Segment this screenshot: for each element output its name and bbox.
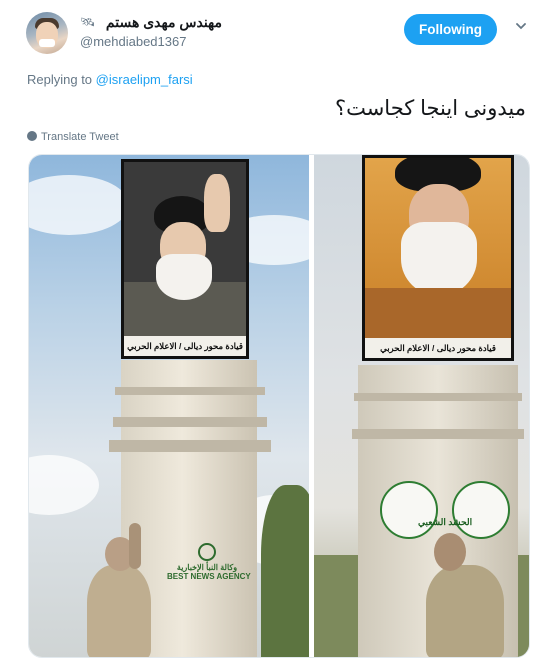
user-names[interactable]: 🛰 مهندس مهدی هستم @mehdiabed1367 bbox=[80, 14, 280, 49]
replying-to: Replying to @israelipm_farsi bbox=[27, 72, 193, 87]
photo-left[interactable]: قيادة محور ديالى / الاعلام الحربي وكالة … bbox=[29, 155, 309, 657]
satellite-emoji: 🛰 bbox=[80, 15, 96, 29]
wall-sign-arabic: وكالة النبأ الإخبارية bbox=[176, 563, 238, 572]
wall-sign: وكالة النبأ الإخبارية BEST NEWS AGENCY bbox=[167, 543, 251, 581]
chevron-down-icon[interactable] bbox=[516, 21, 526, 31]
poster-left: قيادة محور ديالى / الاعلام الحربي bbox=[121, 159, 249, 359]
tweet-text: میدونی اینجا کجاست؟ bbox=[334, 97, 526, 120]
photo-right[interactable]: قيادة محور ديالى / الاعلام الحربي الحشد … bbox=[314, 155, 529, 657]
emblem-text: الحشد الشعبي bbox=[418, 517, 473, 527]
translate-label: Translate Tweet bbox=[41, 131, 119, 143]
wall-sign-english: BEST NEWS AGENCY bbox=[167, 572, 251, 581]
display-name[interactable]: مهندس مهدی هستم bbox=[80, 14, 222, 31]
pmf-emblem-right bbox=[452, 481, 510, 539]
replying-to-link[interactable]: @israelipm_farsi bbox=[96, 72, 193, 87]
following-button[interactable]: Following bbox=[404, 14, 497, 45]
avatar[interactable] bbox=[26, 12, 68, 54]
poster-right: قيادة محور ديالى / الاعلام الحربي bbox=[362, 155, 514, 361]
globe-icon bbox=[27, 131, 37, 141]
replying-prefix: Replying to bbox=[27, 72, 93, 87]
translate-tweet[interactable]: Translate Tweet bbox=[27, 131, 119, 143]
poster-left-caption: قيادة محور ديالى / الاعلام الحربي bbox=[124, 336, 246, 356]
pmf-emblem-left bbox=[380, 481, 438, 539]
tweet-header: 🛰 مهندس مهدی هستم @mehdiabed1367 Followi… bbox=[26, 12, 536, 56]
user-handle[interactable]: @mehdiabed1367 bbox=[80, 34, 280, 49]
poster-right-caption: قيادة محور ديالى / الاعلام الحربي bbox=[365, 338, 511, 358]
tweet-media[interactable]: قيادة محور ديالى / الاعلام الحربي وكالة … bbox=[28, 154, 530, 658]
